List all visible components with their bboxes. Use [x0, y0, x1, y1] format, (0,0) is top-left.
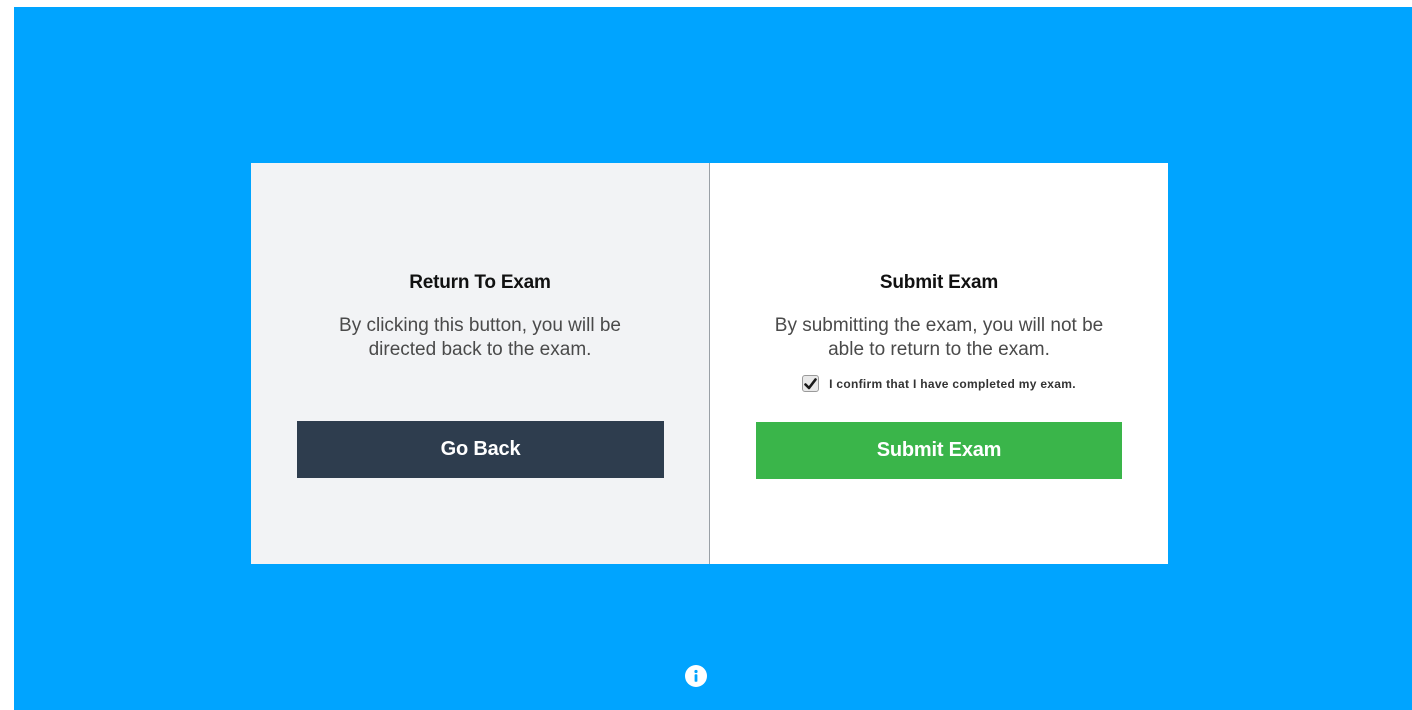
- submit-exam-title: Submit Exam: [879, 272, 999, 293]
- check-icon: [804, 377, 817, 389]
- submit-exam-description: By submitting the exam, you will not be …: [774, 315, 1104, 360]
- info-glyph: [694, 669, 698, 682]
- info-icon[interactable]: [685, 665, 707, 687]
- return-to-exam-title: Return To Exam: [409, 272, 551, 293]
- return-to-exam-panel: Return To Exam By clicking this button, …: [251, 163, 710, 564]
- go-back-button[interactable]: Go Back: [297, 421, 664, 478]
- submit-dialog: Return To Exam By clicking this button, …: [251, 163, 1168, 564]
- confirm-row: I confirm that I have completed my exam.: [710, 375, 1168, 392]
- page-background: Return To Exam By clicking this button, …: [14, 7, 1412, 710]
- return-to-exam-description: By clicking this button, you will be dir…: [339, 315, 621, 360]
- confirm-label[interactable]: I confirm that I have completed my exam.: [829, 377, 1076, 391]
- submit-exam-panel: Submit Exam By submitting the exam, you …: [710, 163, 1168, 564]
- submit-exam-button[interactable]: Submit Exam: [756, 422, 1122, 479]
- confirm-checkbox[interactable]: [802, 375, 820, 392]
